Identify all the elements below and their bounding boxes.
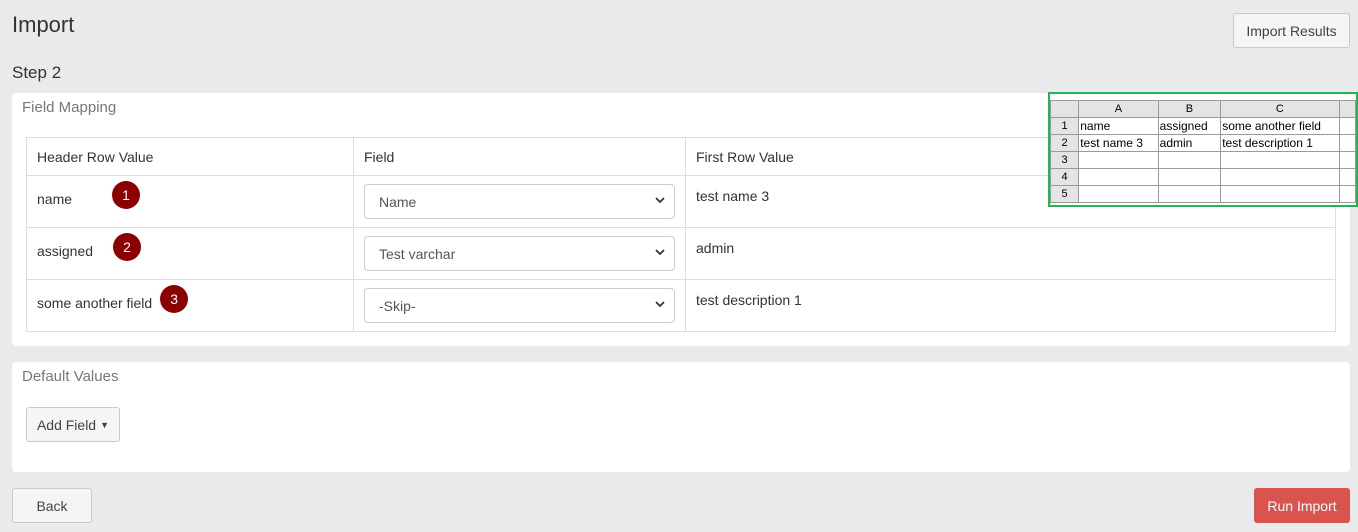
column-header: Header Row Value bbox=[26, 137, 354, 176]
number-badge: 2 bbox=[113, 233, 142, 261]
sheet-cell bbox=[1338, 134, 1356, 152]
table-row: some another field 3 -Skip- test descrip… bbox=[26, 279, 1336, 332]
field-select-value: -Skip- bbox=[379, 297, 416, 314]
sheet-column-header: A bbox=[1078, 100, 1159, 118]
field-select[interactable]: Name bbox=[364, 184, 675, 219]
sheet-row: 1 name assigned some another field bbox=[1050, 117, 1356, 135]
sheet-cell: assigned bbox=[1157, 117, 1222, 135]
field-select[interactable]: -Skip- bbox=[364, 288, 675, 323]
chevron-down-icon bbox=[654, 194, 666, 209]
chevron-down-icon bbox=[654, 246, 666, 261]
page-title: Import bbox=[12, 12, 75, 37]
table-row: assigned 2 Test varchar admin bbox=[26, 227, 1336, 280]
sheet-cell: admin bbox=[1157, 134, 1222, 152]
header-cell: some another field 3 bbox=[26, 279, 354, 332]
sheet-row-number: 1 bbox=[1050, 117, 1080, 135]
header-value: assigned bbox=[37, 242, 94, 259]
import-results-button[interactable]: Import Results bbox=[1233, 13, 1350, 48]
sheet-cell bbox=[1338, 151, 1356, 169]
field-select-value: Name bbox=[379, 193, 417, 210]
sheet-cell bbox=[1078, 151, 1159, 169]
sheet-cell bbox=[1078, 168, 1159, 186]
caret-down-icon: ▼ bbox=[100, 419, 110, 430]
sheet-cell: test description 1 bbox=[1220, 134, 1340, 152]
sheet-corner bbox=[1050, 100, 1080, 118]
sheet-cell bbox=[1338, 117, 1356, 135]
sheet-row-number: 2 bbox=[1050, 134, 1080, 152]
sheet-cell bbox=[1157, 151, 1222, 169]
number-badge: 1 bbox=[112, 181, 141, 209]
sheet-cell bbox=[1220, 151, 1340, 169]
sheet-cell bbox=[1220, 168, 1340, 186]
header-cell: assigned 2 bbox=[26, 227, 354, 280]
field-select[interactable]: Test varchar bbox=[364, 236, 675, 271]
sheet-cell bbox=[1338, 185, 1356, 203]
sheet-row: 3 bbox=[1050, 151, 1356, 169]
field-cell: Test varchar bbox=[353, 227, 686, 280]
sheet-cell bbox=[1157, 168, 1222, 186]
run-import-button[interactable]: Run Import bbox=[1254, 488, 1350, 523]
add-field-button[interactable]: Add Field ▼ bbox=[26, 407, 120, 442]
field-select-value: Test varchar bbox=[379, 245, 456, 262]
field-cell: Name bbox=[353, 175, 686, 228]
sheet-column-header: C bbox=[1220, 100, 1340, 118]
default-values-title: Default Values bbox=[22, 368, 119, 385]
header-value: name bbox=[37, 190, 73, 207]
first-row-value: admin bbox=[685, 227, 1336, 280]
sheet-column-header: B bbox=[1157, 100, 1222, 118]
sheet-cell bbox=[1157, 185, 1222, 203]
sheet-row: 5 bbox=[1050, 185, 1356, 203]
spreadsheet-preview: A B C 1 name assigned some another field… bbox=[1048, 92, 1358, 207]
sheet-header-row: A B C bbox=[1050, 100, 1356, 118]
sheet-column-header bbox=[1338, 100, 1356, 118]
step-title: Step 2 bbox=[12, 63, 62, 82]
add-field-label: Add Field bbox=[36, 416, 97, 433]
number-badge: 3 bbox=[160, 285, 189, 313]
sheet-row-number: 3 bbox=[1050, 151, 1080, 169]
back-button[interactable]: Back bbox=[12, 488, 92, 523]
first-row-value: test description 1 bbox=[685, 279, 1336, 332]
sheet-row: 2 test name 3 admin test description 1 bbox=[1050, 134, 1356, 152]
sheet-row-number: 4 bbox=[1050, 168, 1080, 186]
sheet-cell bbox=[1338, 168, 1356, 186]
sheet-cell bbox=[1220, 185, 1340, 203]
sheet-cell: name bbox=[1078, 117, 1159, 135]
column-header: Field bbox=[353, 137, 686, 176]
sheet-cell bbox=[1078, 185, 1159, 203]
header-value: some another field bbox=[37, 294, 153, 311]
field-mapping-title: Field Mapping bbox=[22, 99, 117, 116]
default-values-panel: Default Values Add Field ▼ bbox=[12, 362, 1350, 472]
sheet-row-number: 5 bbox=[1050, 185, 1080, 203]
header-cell: name 1 bbox=[26, 175, 354, 228]
field-cell: -Skip- bbox=[353, 279, 686, 332]
sheet-cell: test name 3 bbox=[1078, 134, 1159, 152]
chevron-down-icon bbox=[654, 298, 666, 313]
sheet-cell: some another field bbox=[1220, 117, 1340, 135]
sheet-row: 4 bbox=[1050, 168, 1356, 186]
